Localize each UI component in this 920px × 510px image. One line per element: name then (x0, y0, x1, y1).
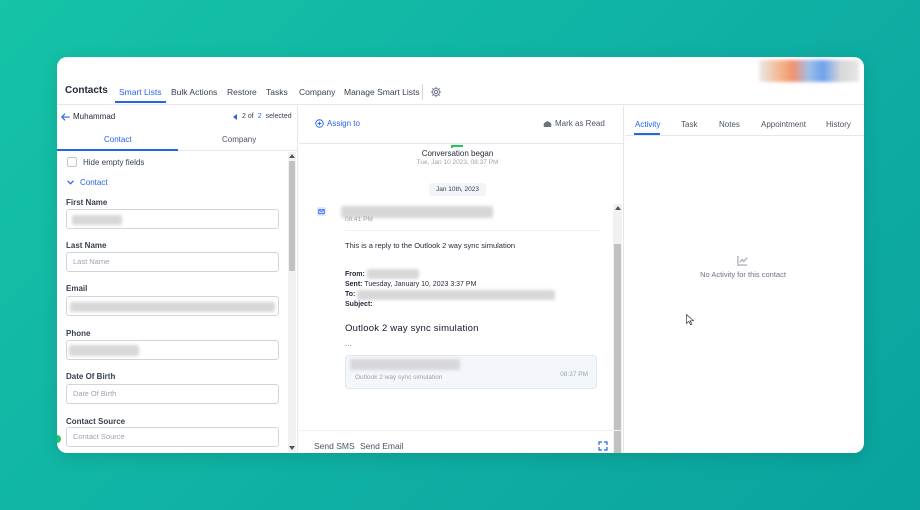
tab-company-details[interactable]: Company (222, 135, 256, 144)
conversation-start-marker (451, 145, 463, 148)
email-sent-line: Sent: Tuesday, January 10, 2023 3:37 PM (345, 281, 476, 288)
to-label: To: (345, 291, 356, 298)
tab-history[interactable]: History (826, 120, 851, 129)
mark-as-read-label: Mark as Read (555, 119, 605, 128)
scroll-thumb[interactable] (289, 161, 295, 271)
email-to-line: To: (345, 291, 355, 298)
pager-current: 2 of (242, 113, 254, 120)
header-divider (299, 143, 623, 144)
envelope-open-icon (543, 120, 552, 127)
sent-value: Tuesday, January 10, 2023 3:37 PM (364, 281, 477, 288)
tab-smart-lists[interactable]: Smart Lists (115, 87, 165, 103)
hide-empty-checkbox[interactable] (67, 157, 77, 167)
contact-name: Muhammad (73, 112, 116, 121)
left-scrollbar[interactable] (288, 152, 296, 452)
email-field[interactable] (66, 296, 279, 316)
assign-to-label: Assign to (327, 119, 360, 128)
mark-as-read-button[interactable]: Mark as Read (543, 119, 605, 128)
expand-icon[interactable] (598, 441, 608, 451)
tab-task[interactable]: Task (681, 120, 697, 129)
profile-area-blurred[interactable] (759, 60, 859, 82)
conversation-panel: Assign to Mark as Read Conversation bega… (299, 106, 624, 453)
scroll-thumb[interactable] (614, 244, 621, 453)
composer-divider (299, 430, 623, 431)
redacted-value (72, 215, 122, 225)
activity-panel: Activity Task Notes Appointment History … (625, 106, 864, 453)
message-time: 08:41 PM (345, 216, 373, 223)
email-icon (317, 207, 326, 216)
tab-tasks[interactable]: Tasks (266, 87, 288, 97)
send-sms-tab[interactable]: Send SMS (314, 441, 355, 451)
conversation-scrollbar[interactable] (613, 204, 622, 453)
chart-line-icon (737, 255, 748, 266)
tab-contact[interactable]: Contact (104, 135, 132, 144)
tab-notes[interactable]: Notes (719, 120, 740, 129)
pager-selected: selected (265, 113, 292, 120)
redacted-to (357, 290, 555, 300)
app-window: Contacts Smart Lists Bulk Actions Restor… (57, 57, 864, 453)
nav-divider (422, 84, 423, 100)
plus-circle-icon (315, 119, 324, 128)
first-name-field[interactable] (66, 209, 279, 229)
first-name-label: First Name (66, 198, 108, 207)
active-tab-indicator (634, 133, 660, 135)
contact-source-field[interactable]: Contact Source (66, 427, 279, 447)
tabs-divider (625, 135, 864, 136)
subject-label: Subject: (345, 301, 373, 308)
quoted-time: 08:37 PM (560, 371, 588, 378)
scroll-up-arrow[interactable] (289, 154, 295, 158)
contact-section-toggle[interactable]: Contact (67, 178, 108, 187)
redacted-value (70, 302, 275, 312)
sent-label: Sent: (345, 281, 363, 288)
tab-appointment[interactable]: Appointment (761, 120, 806, 129)
redacted-from (367, 269, 419, 279)
message-divider (345, 230, 600, 231)
scroll-up-arrow[interactable] (614, 206, 621, 210)
contact-source-label: Contact Source (66, 417, 126, 426)
gear-icon[interactable] (430, 86, 442, 98)
pager-total: 2 (257, 113, 262, 120)
redacted-value (69, 345, 139, 356)
tab-bulk-actions[interactable]: Bulk Actions (171, 87, 217, 97)
email-from-line: From: (345, 271, 365, 278)
email-subject-heading: Outlook 2 way sync simulation (345, 323, 479, 334)
top-nav: Contacts Smart Lists Bulk Actions Restor… (57, 57, 864, 105)
tab-manage-smart-lists[interactable]: Manage Smart Lists (344, 87, 420, 97)
arrow-left-icon (61, 112, 70, 121)
chevron-down-icon (67, 180, 74, 185)
last-name-label: Last Name (66, 241, 107, 250)
section-label: Contact (80, 178, 108, 187)
dob-field[interactable]: Date Of Birth (66, 384, 279, 404)
scroll-down-arrow[interactable] (289, 446, 295, 450)
tab-activity[interactable]: Activity (635, 120, 660, 129)
phone-field[interactable] (66, 340, 279, 360)
quoted-text-toggle[interactable]: ... (345, 339, 352, 348)
empty-activity-message: No Activity for this contact (700, 270, 786, 279)
tab-restore[interactable]: Restore (227, 87, 257, 97)
page-title: Contacts (65, 85, 108, 96)
back-to-list[interactable]: Muhammad (61, 112, 115, 121)
caret-left-icon[interactable] (233, 113, 238, 120)
record-pager: 2 of 2 selected (233, 113, 292, 120)
quoted-subject: Outlook 2 way sync simulation (355, 374, 443, 381)
phone-label: Phone (66, 329, 91, 338)
active-tab-indicator (57, 149, 178, 151)
from-label: From: (345, 271, 365, 278)
hide-empty-label: Hide empty fields (83, 158, 145, 167)
conversation-began-time: Tue, Jan 10 2023, 08:37 PM (416, 159, 499, 166)
mouse-cursor-icon (686, 314, 694, 325)
last-name-field[interactable]: Last Name (66, 252, 279, 272)
contact-details-panel: Muhammad 2 of 2 selected Contact Company… (57, 106, 298, 453)
redacted-quote-sender (350, 359, 460, 370)
quoted-message-card[interactable]: Outlook 2 way sync simulation 08:37 PM (345, 355, 597, 389)
email-subject-line: Subject: (345, 301, 373, 308)
conversation-began-title: Conversation began (421, 149, 494, 158)
dob-label: Date Of Birth (66, 372, 116, 381)
send-email-tab[interactable]: Send Email (360, 441, 403, 451)
assign-to-button[interactable]: Assign to (315, 119, 360, 128)
date-separator: Jan 10th, 2023 (429, 183, 487, 196)
message-body: This is a reply to the Outlook 2 way syn… (345, 241, 516, 250)
tab-company[interactable]: Company (299, 87, 335, 97)
email-label: Email (66, 284, 88, 293)
